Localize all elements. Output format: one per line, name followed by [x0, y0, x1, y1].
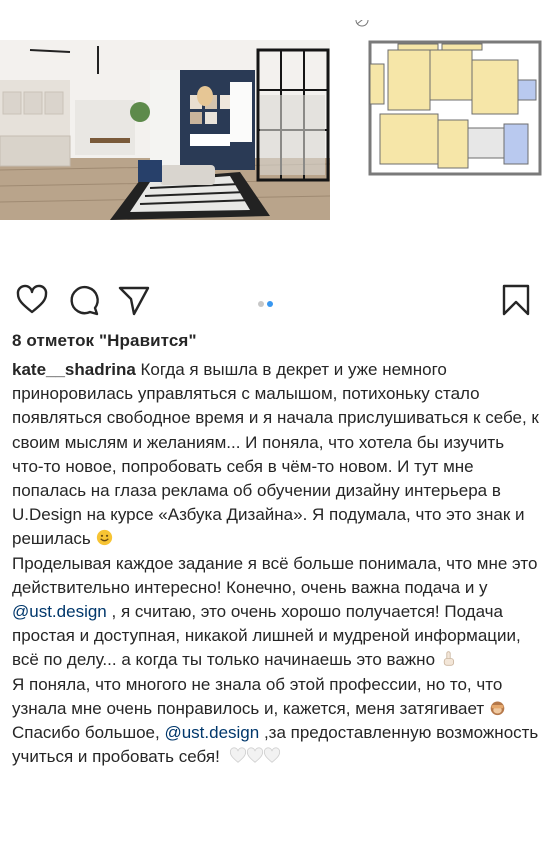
pointing-up-icon [443, 651, 454, 667]
post-actions-bar [0, 278, 550, 326]
carousel-dot-active [267, 301, 273, 307]
likes-count[interactable]: 8 отметок "Нравится" [12, 331, 197, 351]
see-no-evil-monkey-icon [490, 701, 505, 715]
post-caption: kate__shadrina Когда я вышла в декрет и … [12, 358, 540, 769]
interior-collage-image [0, 40, 330, 220]
smiling-face-icon [96, 530, 112, 546]
caption-paragraph: Я поняла, что многого не знала об этой п… [12, 673, 540, 721]
mention-link[interactable]: @ust.design [164, 723, 259, 742]
caption-paragraph: kate__shadrina Когда я вышла в декрет и … [12, 358, 540, 552]
caption-paragraph: Спасибо большое, @ust.design ,за предост… [12, 721, 540, 769]
comment-icon[interactable] [66, 282, 102, 318]
carousel-indicator [258, 294, 276, 312]
bookmark-icon[interactable] [498, 282, 534, 318]
caption-text: Спасибо большое, [12, 723, 160, 743]
paper-plane-icon[interactable] [116, 282, 152, 318]
post-media[interactable] [0, 0, 550, 270]
carousel-dot [258, 301, 264, 307]
caption-text: Проделывая каждое задание я всё больше п… [12, 553, 538, 597]
caption-text: Я поняла, что многого не знала об этой п… [12, 674, 503, 718]
white-heart-icon [229, 747, 280, 764]
caption-text: Когда я вышла в декрет и уже немного при… [12, 360, 539, 549]
mention-link[interactable]: @ust.design [12, 602, 107, 621]
caption-paragraph: Проделывая каждое задание я всё больше п… [12, 552, 540, 673]
username-link[interactable]: kate__shadrina [12, 360, 136, 379]
heart-icon[interactable] [14, 282, 50, 318]
floor-plan-image [350, 20, 550, 200]
